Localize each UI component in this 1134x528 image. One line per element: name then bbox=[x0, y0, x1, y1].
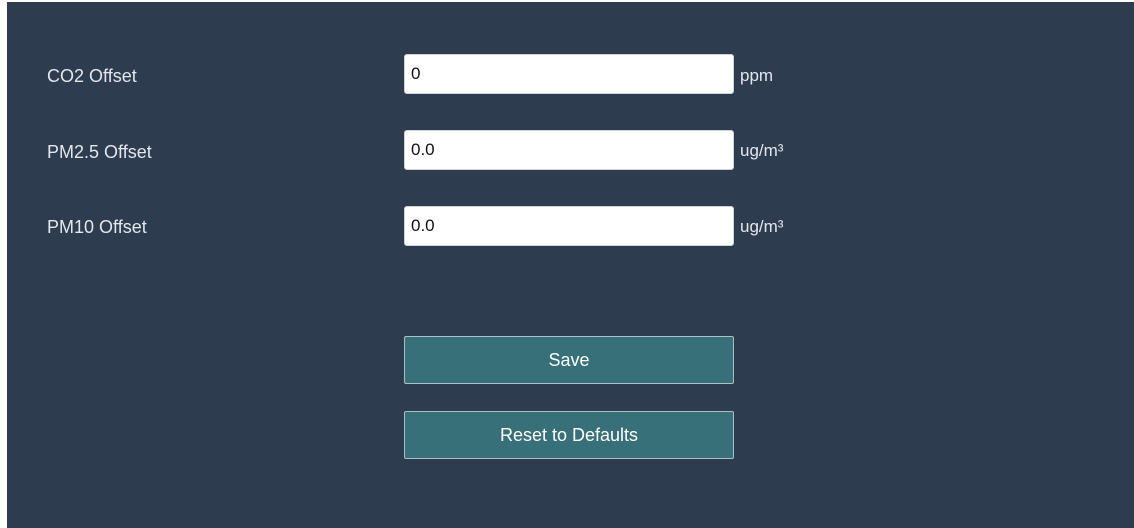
co2-offset-input[interactable] bbox=[404, 54, 734, 94]
co2-offset-label: CO2 Offset bbox=[47, 66, 137, 86]
offset-settings-panel: CO2 Offset ppm PM2.5 Offset ug/m³ PM10 O… bbox=[7, 2, 1134, 528]
reset-to-defaults-button[interactable]: Reset to Defaults bbox=[404, 411, 734, 459]
pm25-offset-unit: ug/m³ bbox=[740, 141, 784, 160]
pm25-offset-label: PM2.5 Offset bbox=[47, 142, 152, 162]
pm10-offset-input[interactable] bbox=[404, 206, 734, 246]
co2-offset-unit: ppm bbox=[740, 66, 774, 85]
pm25-offset-input[interactable] bbox=[404, 130, 734, 170]
pm10-offset-label: PM10 Offset bbox=[47, 217, 147, 237]
pm10-offset-unit: ug/m³ bbox=[740, 217, 784, 236]
save-button[interactable]: Save bbox=[404, 336, 734, 384]
